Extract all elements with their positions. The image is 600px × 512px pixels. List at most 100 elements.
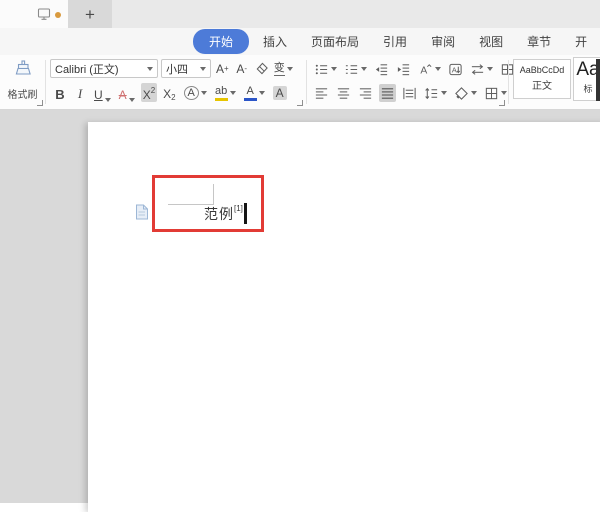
decrease-indent-button[interactable]: [373, 60, 390, 78]
format-painter-icon: [13, 60, 33, 80]
outdent-icon: [374, 62, 389, 77]
comment-page-icon[interactable]: [135, 204, 149, 220]
tab-bar: +: [0, 0, 600, 28]
subscript-button[interactable]: X2: [161, 83, 177, 102]
sort-icon: A: [448, 62, 463, 77]
strikethrough-button[interactable]: A: [117, 83, 137, 102]
menu-tab-review[interactable]: 审阅: [419, 29, 467, 54]
plus-icon: +: [85, 6, 95, 23]
chevron-down-icon: [147, 67, 153, 71]
new-tab-button[interactable]: +: [68, 0, 112, 28]
font-color-bar: [244, 98, 257, 101]
bold-button[interactable]: B: [52, 83, 68, 102]
show-marks-button[interactable]: [469, 60, 494, 78]
chevron-down-icon: [361, 67, 367, 71]
document-text-line[interactable]: 范例 [1]: [204, 203, 247, 225]
format-painter-label: 格式刷: [0, 86, 45, 101]
character-shading-button[interactable]: A: [271, 83, 289, 102]
phonetic-guide-icon: 变: [274, 62, 285, 76]
text-tool-button[interactable]: A: [417, 60, 442, 78]
font-family-select[interactable]: Calibri (正文): [50, 59, 158, 78]
line-spacing-icon: [424, 86, 439, 101]
chevron-down-icon: [230, 91, 236, 95]
underline-glyph: U: [94, 88, 103, 102]
indent-icon: [396, 62, 411, 77]
chevron-down-icon: [441, 91, 447, 95]
highlight-color-button[interactable]: ab: [213, 83, 238, 102]
svg-text:A: A: [452, 65, 457, 74]
monitor-icon: [36, 6, 52, 22]
tab-bar-empty-strip: [112, 0, 600, 28]
chevron-down-icon: [501, 91, 507, 95]
phonetic-guide-button[interactable]: 变: [273, 60, 294, 78]
style-card-normal[interactable]: AaBbCcDd 正文: [513, 59, 571, 99]
paragraph-dialog-launcher-icon[interactable]: [499, 100, 505, 106]
increase-font-size-button[interactable]: A+: [214, 59, 231, 78]
highlight-glyph: ab: [215, 85, 227, 97]
bullet-list-button[interactable]: [313, 60, 338, 78]
text-effects-button[interactable]: A: [182, 83, 209, 102]
sort-button[interactable]: A: [447, 60, 464, 78]
menu-tab-truncated[interactable]: 开: [563, 29, 599, 54]
menu-tab-references[interactable]: 引用: [371, 29, 419, 54]
group-separator: [508, 60, 509, 104]
styles-gallery-edge: [596, 59, 600, 101]
highlight-color-bar: [215, 98, 228, 101]
document-workspace: 范例 [1]: [0, 110, 600, 503]
align-left-button[interactable]: [313, 84, 330, 102]
increase-indent-button[interactable]: [395, 60, 412, 78]
font-family-value: Calibri (正文): [55, 61, 119, 77]
group-separator: [306, 60, 307, 104]
chevron-down-icon: [259, 91, 265, 95]
italic-button[interactable]: I: [72, 83, 88, 102]
shading-button[interactable]: [453, 84, 478, 102]
grow-font-glyph: A: [216, 62, 224, 76]
align-center-button[interactable]: [335, 84, 352, 102]
align-center-icon: [336, 86, 351, 101]
italic-glyph: I: [78, 86, 82, 102]
style-name: 正文: [514, 77, 570, 92]
align-right-button[interactable]: [357, 84, 374, 102]
group-separator: [45, 60, 46, 104]
align-right-icon: [358, 86, 373, 101]
subscript-mark: 2: [171, 93, 175, 102]
text-cursor: [244, 203, 247, 224]
menu-tab-home[interactable]: 开始: [193, 29, 249, 54]
clipboard-dialog-launcher-icon[interactable]: [37, 100, 43, 106]
font-dialog-launcher-icon[interactable]: [297, 100, 303, 106]
superscript-reference: [1]: [234, 204, 243, 213]
svg-text:A: A: [420, 65, 427, 76]
bullet-list-icon: [314, 62, 329, 77]
shrink-font-mark: -: [244, 64, 247, 73]
distributed-icon: [402, 86, 417, 101]
shrink-font-glyph: A: [236, 62, 244, 76]
menu-tab-section[interactable]: 章节: [515, 29, 563, 54]
subscript-glyph: X: [163, 87, 171, 101]
font-color-glyph: A: [246, 85, 253, 97]
distributed-button[interactable]: [401, 84, 418, 102]
decrease-font-size-button[interactable]: A-: [234, 59, 250, 78]
menu-tab-insert[interactable]: 插入: [251, 29, 299, 54]
clear-formatting-button[interactable]: [253, 60, 270, 78]
menu-tab-page-layout[interactable]: 页面布局: [299, 29, 371, 54]
font-color-button[interactable]: A: [242, 83, 267, 102]
numbered-list-icon: [344, 62, 359, 77]
underline-button[interactable]: U: [92, 83, 113, 102]
menu-tab-view[interactable]: 视图: [467, 29, 515, 54]
chevron-down-icon: [471, 91, 477, 95]
style-sample-text: AaBbCcDd: [514, 65, 570, 75]
chevron-down-icon: [129, 98, 135, 102]
bold-glyph: B: [55, 87, 64, 102]
two-way-arrows-icon: [470, 62, 485, 77]
line-spacing-button[interactable]: [423, 84, 448, 102]
numbered-list-button[interactable]: [343, 60, 368, 78]
chevron-down-icon: [201, 91, 207, 95]
font-size-select[interactable]: 小四: [161, 59, 211, 78]
character-shading-glyph: A: [273, 86, 287, 100]
chevron-down-icon: [435, 67, 441, 71]
chevron-down-icon: [331, 67, 337, 71]
ribbon-toolbar: 格式刷 Calibri (正文) 小四 A+ A- 变: [0, 55, 600, 110]
ribbon-menu-bar: 开始 插入 页面布局 引用 审阅 视图 章节 开: [0, 28, 600, 55]
justify-button[interactable]: [379, 84, 396, 102]
superscript-button[interactable]: X2: [141, 83, 157, 102]
